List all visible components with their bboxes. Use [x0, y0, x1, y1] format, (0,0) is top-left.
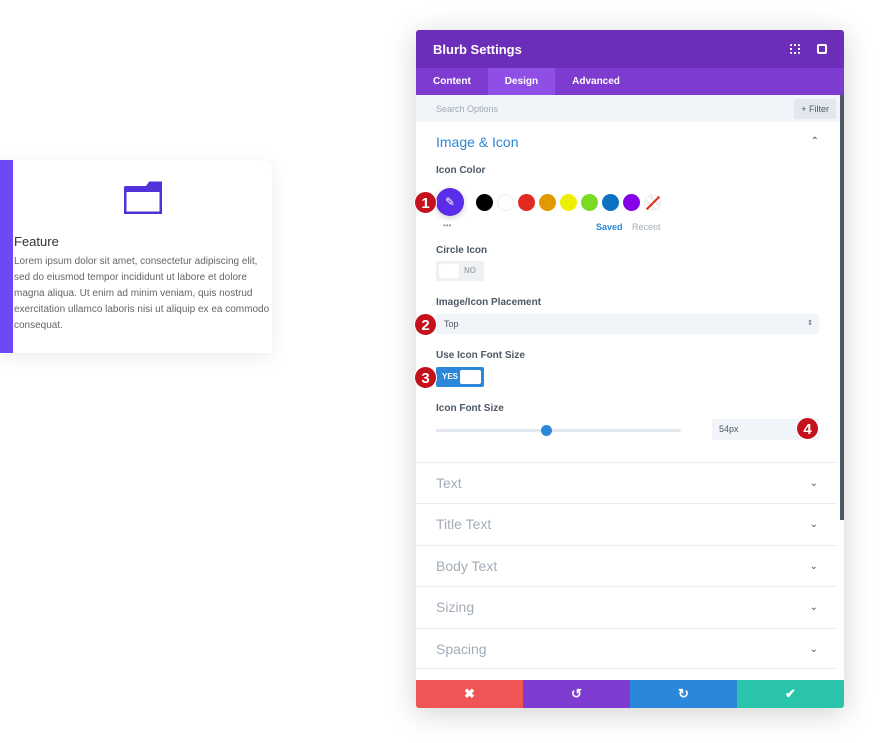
section-title-image-icon[interactable]: Image & Icon	[436, 134, 519, 150]
section-title-text[interactable]: Title Text ⌄	[416, 503, 836, 544]
color-picker-eyedropper-icon[interactable]: ✎	[436, 188, 464, 216]
step-badge-3: 3	[414, 366, 437, 389]
fullscreen-icon[interactable]	[790, 44, 800, 54]
accent-bar	[0, 160, 13, 353]
section-text[interactable]: Text ⌄	[416, 462, 836, 503]
circle-icon-label: Circle Icon	[436, 245, 488, 256]
section-body-text[interactable]: Body Text ⌄	[416, 545, 836, 586]
sidebar-toggle-icon[interactable]	[817, 44, 827, 54]
color-swatch[interactable]	[560, 194, 577, 211]
color-swatch[interactable]	[476, 194, 493, 211]
search-bar: Search Options + Filter	[416, 95, 844, 122]
blurb-settings-panel: Blurb Settings Content Design Advanced S…	[416, 30, 844, 708]
color-swatch[interactable]	[539, 194, 556, 211]
toggle-state: NO	[464, 266, 476, 275]
section-label: Body Text	[436, 558, 498, 574]
slider-handle[interactable]	[541, 425, 553, 436]
step-badge-4: 4	[796, 417, 819, 440]
step-badge-1: 1	[414, 191, 437, 214]
undo-button[interactable]: ↺	[523, 680, 630, 708]
filter-button[interactable]: + Filter	[794, 98, 836, 119]
icon-font-size-label: Icon Font Size	[436, 403, 504, 414]
tab-design[interactable]: Design	[487, 68, 556, 95]
blurb-body: Lorem ipsum dolor sit amet, consectetur …	[14, 256, 270, 331]
color-swatch[interactable]	[497, 194, 514, 211]
folder-icon	[124, 181, 162, 214]
select-arrows-icon: ⇕	[807, 320, 813, 327]
toggle-state: YES	[442, 372, 459, 381]
color-swatch[interactable]	[581, 194, 598, 211]
panel-title: Blurb Settings	[433, 41, 522, 57]
use-icon-font-size-label: Use Icon Font Size	[436, 350, 525, 361]
circle-icon-toggle[interactable]: NO	[436, 261, 484, 281]
tab-bar: Content Design Advanced	[416, 68, 844, 95]
section-label: Spacing	[436, 641, 487, 657]
step-badge-2: 2	[414, 313, 437, 336]
cancel-button[interactable]: ✖	[416, 680, 523, 708]
font-size-slider[interactable]	[436, 425, 681, 436]
search-input[interactable]: Search Options	[436, 104, 794, 114]
panel-header: Blurb Settings	[416, 30, 844, 68]
transparent-swatch[interactable]	[644, 194, 661, 211]
chevron-up-icon[interactable]: ⌃	[811, 136, 819, 147]
section-label: Sizing	[436, 599, 475, 615]
icon-color-label: Icon Color	[436, 165, 486, 176]
redo-button[interactable]: ↻	[630, 680, 737, 708]
more-options-icon[interactable]: •••	[443, 221, 451, 230]
blurb-title: Feature	[14, 234, 59, 249]
section-label: Text	[436, 475, 462, 491]
chevron-down-icon: ⌄	[809, 561, 818, 572]
save-button[interactable]: ✔	[737, 680, 844, 708]
chevron-down-icon: ⌄	[809, 602, 818, 613]
section-sizing[interactable]: Sizing ⌄	[416, 586, 836, 627]
chevron-down-icon: ⌄	[809, 644, 818, 655]
placement-label: Image/Icon Placement	[436, 297, 542, 308]
scrollbar[interactable]	[840, 95, 844, 520]
placement-value: Top	[444, 319, 459, 329]
chevron-down-icon: ⌄	[809, 478, 818, 489]
footer-actions: ✖ ↺ ↻ ✔	[416, 680, 844, 708]
color-swatch[interactable]	[518, 194, 535, 211]
use-icon-font-size-toggle[interactable]: YES	[436, 367, 484, 387]
chevron-down-icon: ⌄	[809, 519, 818, 530]
placement-select[interactable]: Top ⇕	[436, 314, 819, 334]
color-swatch[interactable]	[623, 194, 640, 211]
section-spacing[interactable]: Spacing ⌄	[416, 628, 836, 669]
color-swatch[interactable]	[602, 194, 619, 211]
recent-colors-tab[interactable]: Recent	[632, 222, 661, 232]
section-label: Title Text	[436, 516, 492, 532]
tab-content[interactable]: Content	[416, 68, 488, 95]
blurb-preview-card: Feature Lorem ipsum dolor sit amet, cons…	[0, 160, 272, 353]
saved-colors-tab[interactable]: Saved	[596, 222, 623, 232]
tab-advanced[interactable]: Advanced	[555, 68, 637, 95]
